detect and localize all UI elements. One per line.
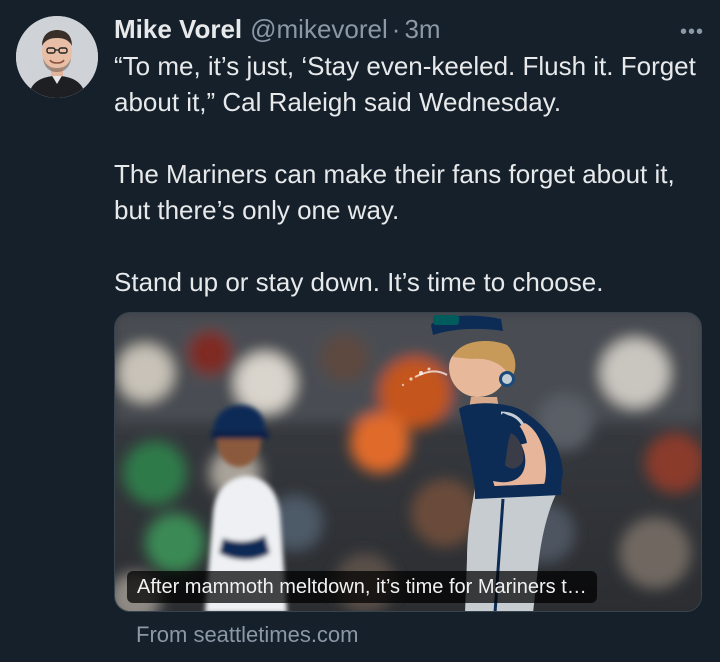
author-name[interactable]: Mike Vorel bbox=[114, 12, 242, 46]
card-source-link[interactable]: From seattletimes.com bbox=[136, 620, 359, 650]
link-card[interactable]: After mammoth meltdown, it’s time for Ma… bbox=[114, 312, 702, 612]
tweet-paragraph: “To me, it’s just, ‘Stay even-keeled. Fl… bbox=[114, 51, 696, 117]
tweet-paragraph: Stand up or stay down. It’s time to choo… bbox=[114, 267, 604, 297]
separator-dot: · bbox=[391, 14, 401, 44]
article-image bbox=[115, 313, 701, 611]
author-handle[interactable]: @mikevorel bbox=[250, 12, 388, 46]
avatar-photo bbox=[16, 16, 98, 98]
avatar[interactable] bbox=[16, 16, 98, 98]
card-title: After mammoth meltdown, it’s time for Ma… bbox=[127, 571, 597, 603]
more-options-button[interactable]: ••• bbox=[680, 22, 704, 42]
tweet-paragraph: The Mariners can make their fans forget … bbox=[114, 159, 675, 225]
tweet-timestamp[interactable]: 3m bbox=[404, 12, 440, 46]
tweet-header: Mike Vorel @mikevorel · 3m bbox=[114, 12, 660, 46]
tweet: Mike Vorel @mikevorel · 3m ••• “To me, i… bbox=[0, 0, 720, 662]
more-horizontal-icon: ••• bbox=[679, 21, 704, 43]
tweet-text: “To me, it’s just, ‘Stay even-keeled. Fl… bbox=[114, 48, 704, 300]
